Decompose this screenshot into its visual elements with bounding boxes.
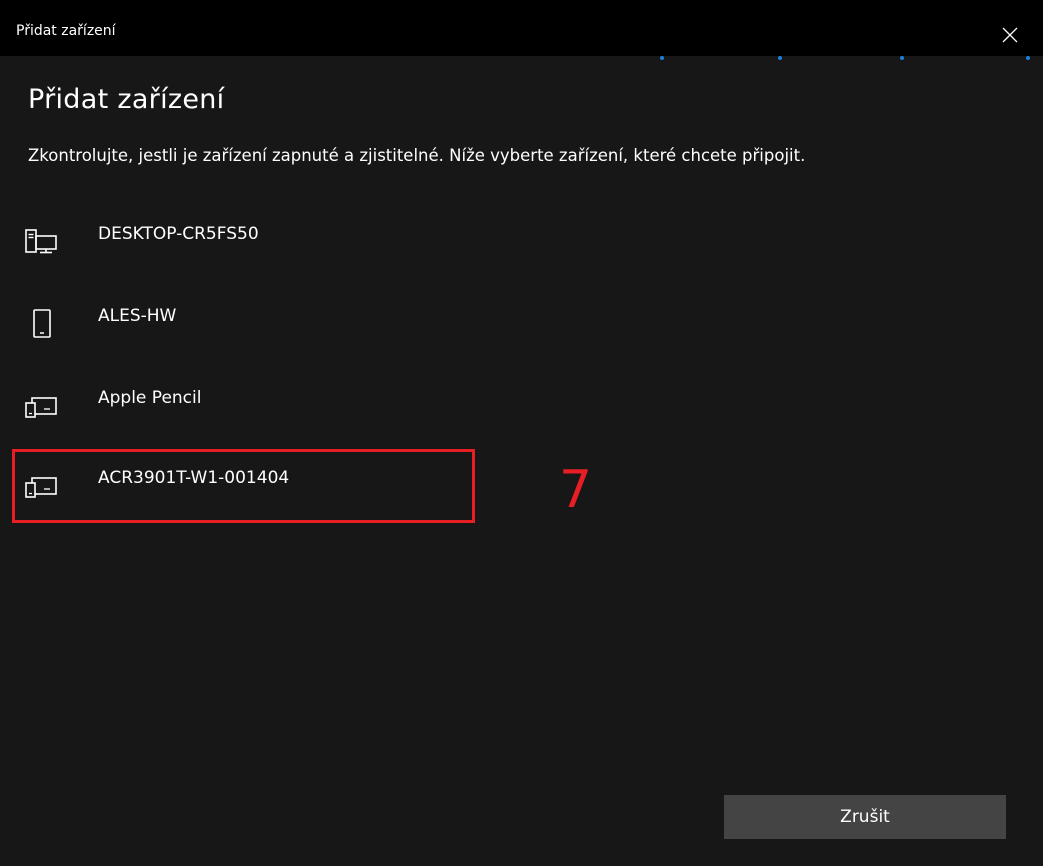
device-name: DESKTOP-CR5FS50 (98, 224, 259, 244)
progress-dot (778, 56, 782, 60)
phone-icon (33, 309, 51, 338)
page-title: Přidat zařízení (28, 84, 225, 115)
device-item-desktop-cr5fs50[interactable]: DESKTOP-CR5FS50 (24, 212, 584, 272)
add-device-dialog: Přidat zařízení Přidat zařízení Zkontrol… (0, 0, 1043, 866)
title-bar: Přidat zařízení (0, 0, 1043, 56)
device-icon (25, 397, 57, 418)
desktop-computer-icon (25, 229, 57, 254)
annotation-highlight-box (12, 449, 475, 523)
progress-dot (660, 56, 664, 60)
device-name: ALES-HW (98, 306, 177, 326)
annotation-step-number: 7 (559, 460, 593, 520)
window-title: Přidat zařízení (16, 23, 116, 39)
device-item-ales-hw[interactable]: ALES-HW (24, 294, 584, 354)
progress-dot (1026, 56, 1030, 60)
close-button[interactable] (993, 18, 1027, 52)
instruction-text: Zkontrolujte, jestli je zařízení zapnuté… (28, 146, 806, 165)
device-item-apple-pencil[interactable]: Apple Pencil (24, 376, 584, 436)
close-icon (1002, 27, 1018, 43)
device-name: Apple Pencil (98, 388, 202, 408)
progress-dot (900, 56, 904, 60)
cancel-button[interactable]: Zrušit (724, 795, 1006, 839)
